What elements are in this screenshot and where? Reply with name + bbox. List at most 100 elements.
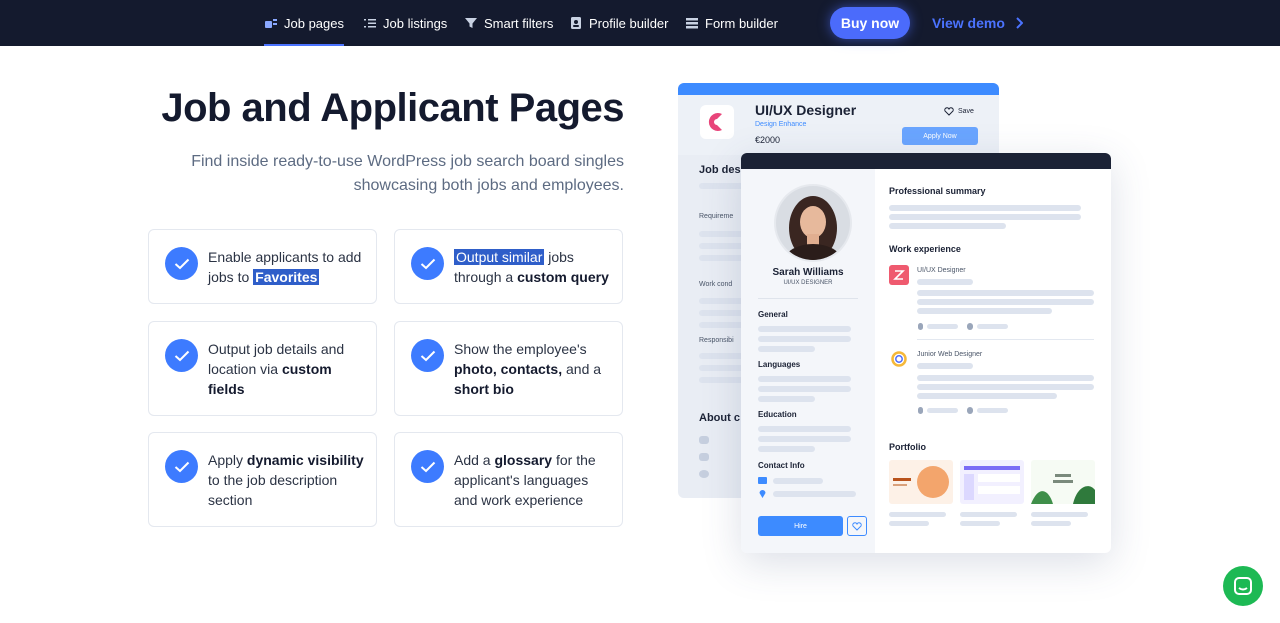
text-placeholder (960, 521, 1000, 526)
divider (917, 339, 1094, 340)
job-description-heading: Job des (699, 164, 741, 176)
text-placeholder (758, 426, 851, 432)
general-heading: General (758, 310, 788, 319)
check-icon (165, 339, 198, 372)
feature-text-highlight: Output similar (454, 249, 545, 265)
text-placeholder (927, 408, 958, 413)
apply-now-button[interactable]: Apply Now (902, 127, 978, 145)
text-placeholder (758, 446, 815, 452)
heart-icon (944, 107, 954, 116)
view-demo-link[interactable]: View demo (932, 0, 1023, 46)
text-placeholder (758, 396, 815, 402)
nav-item-smart-filters[interactable]: Smart filters (464, 0, 553, 46)
company-name: Design Enhance (755, 121, 807, 128)
top-nav: Job pages Job listings Smart filters Pro… (0, 0, 1280, 46)
nav-item-form-builder[interactable]: Form builder (685, 0, 778, 46)
feature-card-similar-jobs: Output similar jobs through a custom que… (394, 229, 623, 304)
location-pin-icon (918, 323, 923, 330)
portfolio-thumbnail[interactable] (889, 460, 953, 504)
mockup-top-bar (741, 153, 1111, 169)
active-indicator (264, 44, 344, 46)
hire-button[interactable]: Hire (758, 516, 843, 536)
save-job-button[interactable]: Save (944, 107, 974, 116)
feature-text-bold: custom query (517, 269, 609, 285)
feature-text: Output job details and location via cust… (208, 339, 368, 399)
feature-text: Show the employee's photo, contacts, and… (454, 339, 614, 399)
text-placeholder (758, 326, 851, 332)
divider (758, 298, 858, 299)
text-placeholder (889, 521, 929, 526)
form-icon (686, 18, 698, 29)
text-placeholder (917, 384, 1094, 390)
nav-label: Job pages (284, 15, 344, 31)
page-subtitle: Find inside ready-to-use WordPress job s… (150, 150, 624, 198)
globe-icon (699, 470, 709, 478)
check-icon (165, 450, 198, 483)
subtitle-line-1: Find inside ready-to-use WordPress job s… (191, 153, 624, 170)
feature-text-bold: short bio (454, 381, 514, 397)
nav-item-job-pages[interactable]: Job pages (264, 0, 344, 46)
feature-text: Add a glossary for the applicant's langu… (454, 450, 614, 510)
calendar-icon (967, 407, 973, 414)
location-pin-icon (759, 490, 766, 498)
job-2-title: Junior Web Designer (917, 351, 983, 358)
text-placeholder (977, 408, 1008, 413)
profile-icon (571, 17, 581, 29)
portfolio-thumbnail[interactable] (1031, 460, 1095, 504)
job-pages-icon (265, 19, 277, 28)
heart-icon (852, 521, 862, 531)
feature-text-part: Add a (454, 452, 495, 468)
email-icon (758, 477, 767, 484)
text-placeholder (917, 299, 1094, 305)
feature-text: Enable applicants to add jobs to Favorit… (208, 247, 368, 287)
text-placeholder (758, 346, 815, 352)
nav-item-profile-builder[interactable]: Profile builder (569, 0, 669, 46)
work-experience-heading: Work experience (889, 244, 961, 254)
text-placeholder (889, 214, 1081, 220)
text-placeholder (758, 376, 851, 382)
feature-text-part: Apply (208, 452, 247, 468)
text-placeholder (773, 478, 823, 484)
feature-text-bold: dynamic visibility (246, 452, 364, 468)
text-placeholder (917, 393, 1057, 399)
text-placeholder (917, 363, 973, 369)
text-placeholder (758, 336, 851, 342)
feature-text-part: to the job description section (208, 472, 338, 508)
feature-text: Apply dynamic visibility to the job desc… (208, 450, 368, 510)
view-demo-label: View demo (932, 15, 1005, 31)
favorite-button[interactable] (847, 516, 867, 536)
text-placeholder (889, 512, 946, 517)
list-icon (364, 19, 376, 28)
feature-card-employee-bio: Show the employee's photo, contacts, and… (394, 321, 623, 416)
applicant-avatar (774, 184, 852, 262)
nav-label: Smart filters (484, 15, 554, 31)
job-1-title: UI/UX Designer (917, 267, 966, 274)
feature-text-bold: glossary (494, 452, 553, 468)
feature-card-glossary: Add a glossary for the applicant's langu… (394, 432, 623, 527)
feature-text-bold: photo, contacts, (454, 361, 563, 377)
requirements-heading: Requireme (699, 213, 734, 220)
text-placeholder (977, 324, 1008, 329)
nav-item-job-listings[interactable]: Job listings (363, 0, 447, 46)
text-placeholder (889, 205, 1081, 211)
text-placeholder (889, 223, 1006, 229)
feature-card-custom-fields: Output job details and location via cust… (148, 321, 377, 416)
applicant-page-mockup: Sarah Williams UI/UX DESIGNER General La… (741, 153, 1111, 553)
subtitle-line-2: showcasing both jobs and employees. (353, 177, 624, 194)
text-placeholder (773, 491, 856, 497)
text-placeholder (960, 512, 1017, 517)
feature-card-favorites: Enable applicants to add jobs to Favorit… (148, 229, 377, 304)
text-placeholder (1031, 521, 1071, 526)
feature-text: Output similar jobs through a custom que… (454, 247, 614, 287)
nav-label: Form builder (705, 15, 778, 31)
check-icon (165, 247, 198, 280)
portfolio-thumbnail[interactable] (960, 460, 1024, 504)
applicant-name: Sarah Williams (772, 267, 844, 278)
chat-button[interactable] (1223, 566, 1263, 606)
languages-heading: Languages (758, 360, 801, 369)
nav-label: Job listings (383, 15, 448, 31)
save-label: Save (958, 108, 974, 115)
buy-now-button[interactable]: Buy now (830, 7, 910, 39)
nav-label: Profile builder (589, 15, 669, 31)
feature-text-part: and a (562, 361, 602, 377)
